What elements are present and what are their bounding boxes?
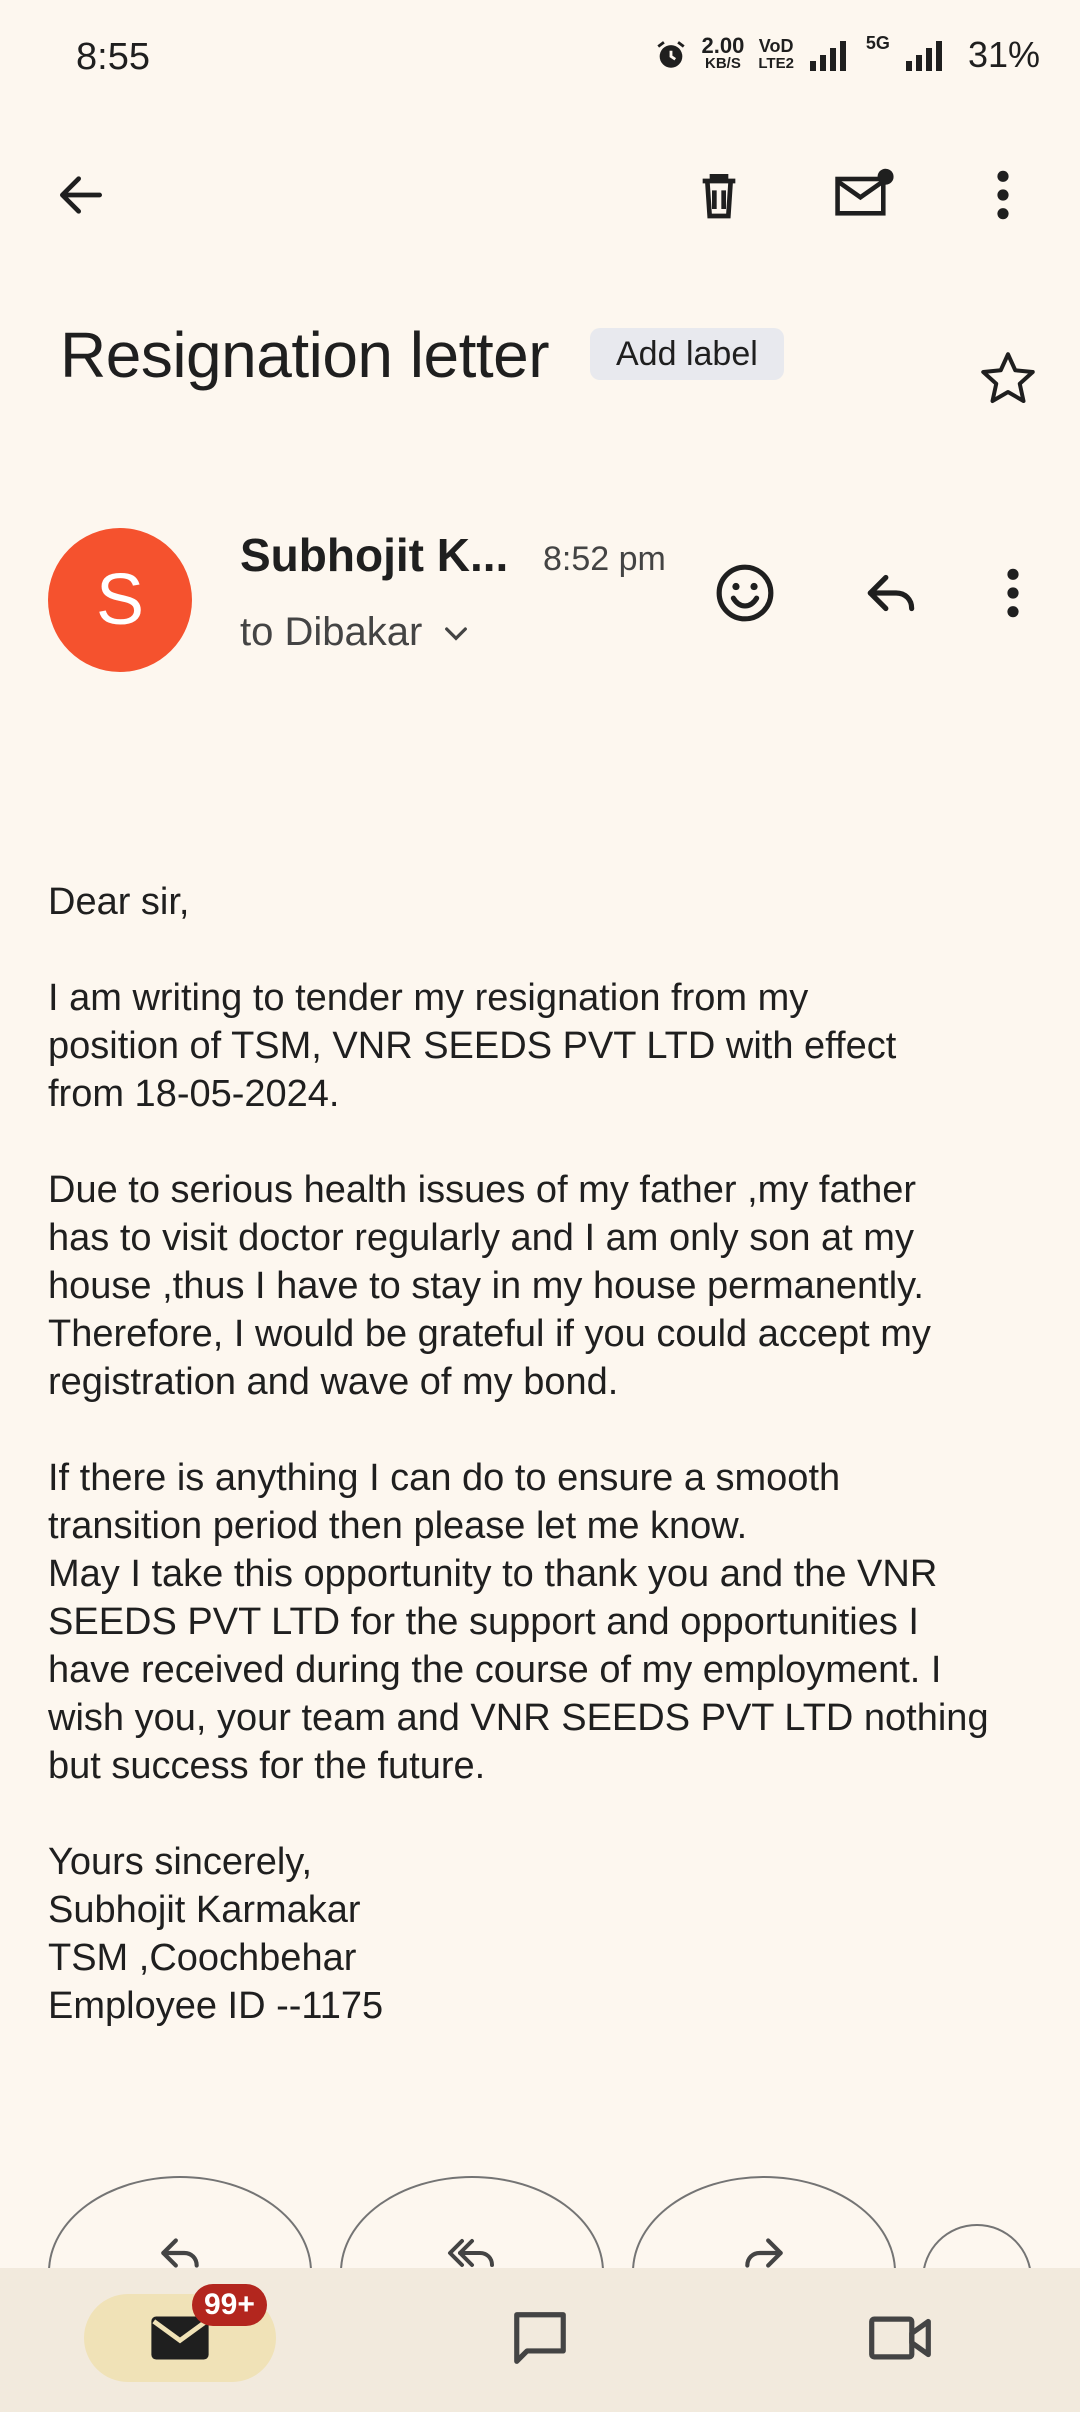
star-icon <box>981 352 1035 403</box>
bottom-navigation: 99+ <box>0 2268 1080 2412</box>
sender-avatar[interactable]: S <box>48 528 192 672</box>
volte-indicator: VoD LTE2 <box>758 37 794 73</box>
chat-icon <box>514 2312 566 2364</box>
signal-icon-2 <box>905 41 942 71</box>
video-camera-icon <box>869 2316 931 2360</box>
mail-unread-icon <box>835 168 894 216</box>
body-paragraph: Yours sincerely, Subhojit Karmakar TSM ,… <box>48 1841 384 2027</box>
unread-count-badge: 99+ <box>192 2284 267 2326</box>
email-body: Dear sir, I am writing to tender my resi… <box>48 878 1048 2078</box>
email-subject: Resignation letter <box>60 319 550 391</box>
mark-unread-button[interactable] <box>820 150 910 240</box>
nav-meet[interactable] <box>854 2294 946 2382</box>
recipient-details-toggle[interactable]: to Dibakar <box>240 610 472 655</box>
add-label-chip[interactable]: Add label <box>590 328 784 380</box>
body-paragraph: Dear sir, <box>48 881 190 923</box>
smiley-icon <box>716 564 774 622</box>
body-paragraph: If there is anything I can do to ensure … <box>48 1457 989 1787</box>
message-more-button[interactable] <box>968 548 1058 638</box>
sender-name[interactable]: Subhojit K... <box>240 528 508 582</box>
body-paragraph: Due to serious health issues of my fathe… <box>48 1169 931 1403</box>
signal-icon <box>809 41 846 71</box>
status-bar: 8:55 2.00 KB/S VoD LTE2 5G 31% <box>0 0 1080 120</box>
alarm-icon <box>656 41 685 68</box>
nav-chat[interactable] <box>494 2294 586 2382</box>
delete-button[interactable] <box>674 150 764 240</box>
email-time: 8:52 pm <box>543 540 666 578</box>
volte-bottom: LTE2 <box>758 55 794 72</box>
subject-row: Resignation letter Add label <box>60 310 1060 420</box>
status-time: 8:55 <box>76 36 150 78</box>
arrow-left-icon <box>60 176 102 214</box>
net-speed-unit: KB/S <box>705 55 741 72</box>
net-speed: 2.00 KB/S <box>701 33 745 73</box>
network-5g: 5G <box>865 33 890 53</box>
chevron-down-icon <box>445 626 468 641</box>
more-vertical-icon <box>997 170 1009 220</box>
nav-mail[interactable]: 99+ <box>84 2284 276 2382</box>
volte-top: VoD <box>758 36 794 56</box>
more-vertical-icon <box>1007 568 1019 618</box>
reply-button[interactable] <box>846 548 936 638</box>
trash-icon <box>702 174 736 219</box>
net-speed-value: 2.00 <box>701 33 745 58</box>
add-reaction-button[interactable] <box>700 548 790 638</box>
back-button[interactable] <box>36 150 126 240</box>
more-options-button[interactable] <box>958 150 1048 240</box>
recipient-text: to Dibakar <box>240 610 423 654</box>
body-paragraph: I am writing to tender my resignation fr… <box>48 977 897 1115</box>
battery-level: 31% <box>967 34 1040 75</box>
status-icons: 2.00 KB/S VoD LTE2 5G 31% <box>654 34 1040 76</box>
reply-icon <box>867 574 915 612</box>
star-button[interactable] <box>968 338 1048 418</box>
top-app-bar <box>0 140 1080 250</box>
